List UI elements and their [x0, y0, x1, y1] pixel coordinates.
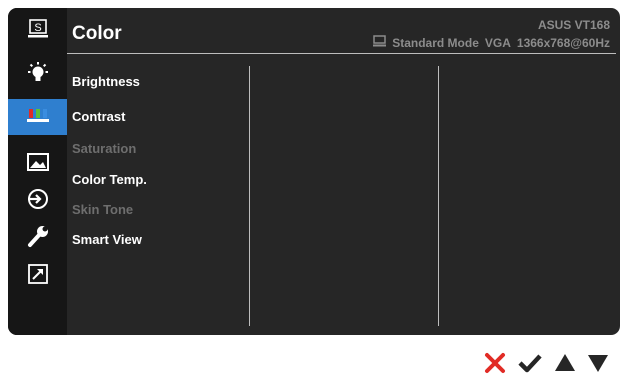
input-icon	[26, 188, 50, 215]
sidebar-item-input-select[interactable]	[8, 183, 67, 219]
status-bar: Standard Mode VGA 1366x768@60Hz	[373, 35, 610, 50]
menu-item-contrast[interactable]: Contrast	[72, 109, 125, 124]
image-icon	[26, 152, 49, 176]
menu-item-smart-view[interactable]: Smart View	[72, 232, 142, 247]
wrench-icon	[26, 224, 50, 253]
sidebar-item-system-setup[interactable]	[8, 220, 67, 256]
header-divider	[67, 53, 616, 54]
sidebar: S	[8, 8, 67, 335]
menu-item-color-temp[interactable]: Color Temp.	[72, 172, 147, 187]
column-divider	[438, 66, 439, 326]
input-source-text: VGA	[484, 35, 511, 50]
svg-text:S: S	[34, 22, 41, 34]
up-arrow-icon[interactable]	[554, 352, 576, 379]
sidebar-item-shortcut[interactable]	[8, 258, 67, 294]
splendid-mode-text: Standard Mode	[392, 35, 479, 50]
monitor-icon	[373, 35, 387, 50]
sidebar-item-color[interactable]	[8, 99, 67, 135]
resolution-text: 1366x768@60Hz	[516, 35, 610, 50]
lightbulb-icon	[26, 61, 50, 90]
osd-menu: S Color ASUS VT168 Standard Mode VGA 136…	[8, 8, 620, 335]
page-title: Color	[72, 23, 122, 44]
menu-item-saturation: Saturation	[72, 141, 137, 156]
osd-control-buttons	[484, 352, 614, 378]
column-divider	[249, 66, 250, 326]
close-icon[interactable]	[484, 352, 506, 379]
menu-item-skin-tone: Skin Tone	[72, 202, 134, 217]
sidebar-item-brightness[interactable]	[8, 57, 67, 93]
color-bars-icon	[26, 107, 49, 128]
sidebar-item-image[interactable]	[8, 146, 67, 182]
sidebar-item-splendid[interactable]: S	[8, 13, 67, 49]
menu-item-brightness[interactable]: Brightness	[72, 74, 140, 89]
splendid-icon: S	[27, 18, 49, 44]
monitor-model: ASUS VT168	[537, 18, 610, 32]
down-arrow-icon[interactable]	[587, 352, 609, 379]
confirm-icon[interactable]	[517, 352, 543, 379]
shortcut-icon	[27, 263, 48, 289]
